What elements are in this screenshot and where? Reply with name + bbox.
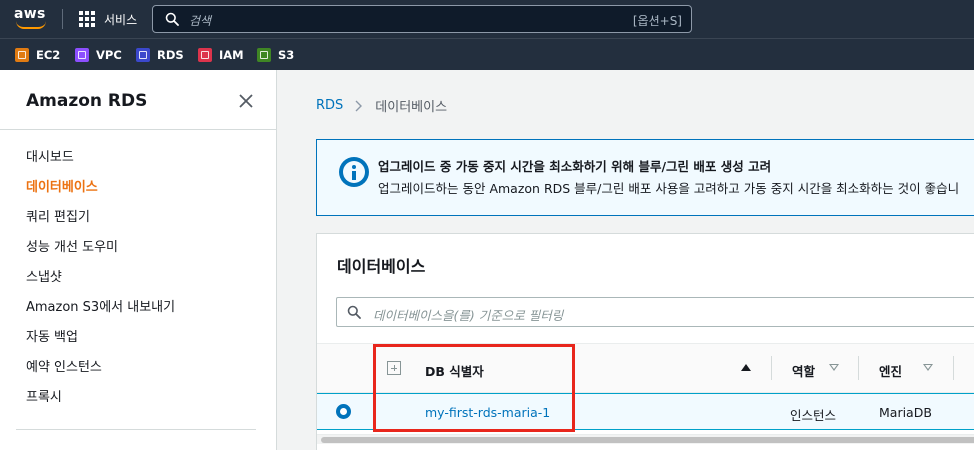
sidebar-divider: [16, 429, 256, 430]
scrollbar-thumb[interactable]: [321, 437, 974, 443]
favorite-vpc[interactable]: VPC: [75, 47, 122, 63]
favorite-label: IAM: [219, 48, 244, 62]
search-icon: [165, 12, 179, 26]
aws-smile-icon: [16, 21, 46, 29]
favorite-label: VPC: [96, 48, 122, 62]
column-divider: [858, 356, 859, 380]
column-header-engine[interactable]: 엔진: [879, 361, 902, 380]
iam-icon: [198, 48, 212, 62]
search-placeholder: 검색: [189, 14, 212, 28]
filter-placeholder: 데이터베이스을(를) 기준으로 필터링: [373, 308, 564, 323]
search-icon: [347, 305, 361, 319]
alert-title: 업그레이드 중 가동 중지 시간을 최소화하기 위해 블루/그린 배포 생성 고…: [378, 159, 772, 174]
favorites-bar: EC2 VPC RDS IAM S3: [0, 38, 974, 70]
favorite-label: RDS: [157, 48, 184, 62]
db-role: 인스턴스: [790, 408, 837, 423]
breadcrumb: RDS 데이터베이스: [316, 96, 447, 115]
horizontal-scrollbar[interactable]: [317, 434, 974, 444]
breadcrumb-link-rds[interactable]: RDS: [316, 98, 343, 113]
services-label: 서비스: [104, 12, 138, 27]
grid-icon: [79, 11, 95, 27]
column-header-role[interactable]: 역할: [792, 361, 815, 380]
sidebar-item-dashboard[interactable]: 대시보드: [26, 146, 74, 165]
favorite-rds[interactable]: RDS: [136, 47, 184, 63]
sidebar-item-performance-insights[interactable]: 성능 개선 도우미: [26, 236, 118, 255]
s3-icon: [257, 48, 271, 62]
ec2-icon: [15, 48, 29, 62]
sidebar: Amazon RDS 대시보드 데이터베이스 쿼리 편집기 성능 개선 도우미 …: [0, 70, 277, 450]
favorite-s3[interactable]: S3: [257, 47, 294, 63]
services-menu-button[interactable]: 서비스: [79, 10, 137, 28]
column-divider: [953, 356, 954, 380]
favorite-iam[interactable]: IAM: [198, 47, 244, 63]
aws-logo[interactable]: aws: [14, 6, 48, 32]
database-filter-input[interactable]: 데이터베이스을(를) 기준으로 필터링: [336, 297, 974, 327]
sidebar-item-reserved-instances[interactable]: 예약 인스턴스: [26, 356, 102, 375]
favorite-label: S3: [278, 48, 295, 62]
alert-body: 업그레이드하는 동안 Amazon RDS 블루/그린 배포 사용을 고려하고 …: [378, 181, 960, 196]
sidebar-item-query-editor[interactable]: 쿼리 편집기: [26, 206, 90, 225]
nav-divider: [62, 9, 63, 29]
db-engine: MariaDB: [879, 405, 932, 420]
sidebar-divider: [0, 129, 277, 130]
search-shortcut: [옵션+S]: [632, 14, 682, 28]
global-search-input[interactable]: 검색 [옵션+S]: [152, 5, 692, 33]
vpc-icon: [75, 48, 89, 62]
favorite-label: EC2: [36, 48, 61, 62]
sort-ascending-icon[interactable]: [741, 364, 751, 371]
chevron-right-icon: [355, 100, 363, 111]
highlight-box: [373, 344, 575, 432]
column-divider: [771, 356, 772, 380]
aws-logo-text: aws: [14, 6, 46, 22]
sidebar-item-automated-backups[interactable]: 자동 백업: [26, 326, 78, 345]
close-icon[interactable]: [238, 93, 254, 109]
panel-title: 데이터베이스: [337, 257, 426, 276]
sidebar-item-databases[interactable]: 데이터베이스: [26, 176, 98, 195]
top-navigation: aws 서비스 검색 [옵션+S]: [0, 0, 974, 38]
row-select-radio[interactable]: [336, 404, 351, 419]
sidebar-item-proxies[interactable]: 프록시: [26, 386, 62, 405]
info-alert: 업그레이드 중 가동 중지 시간을 최소화하기 위해 블루/그린 배포 생성 고…: [316, 139, 974, 216]
info-icon: [339, 157, 369, 187]
breadcrumb-current: 데이터베이스: [375, 100, 448, 115]
sidebar-item-snapshots[interactable]: 스냅샷: [26, 266, 62, 285]
rds-icon: [136, 48, 150, 62]
favorite-ec2[interactable]: EC2: [15, 47, 60, 63]
sort-icon[interactable]: [829, 364, 839, 371]
sidebar-title: Amazon RDS: [26, 91, 148, 111]
sidebar-item-s3-exports[interactable]: Amazon S3에서 내보내기: [26, 296, 175, 315]
sort-icon[interactable]: [923, 364, 933, 371]
